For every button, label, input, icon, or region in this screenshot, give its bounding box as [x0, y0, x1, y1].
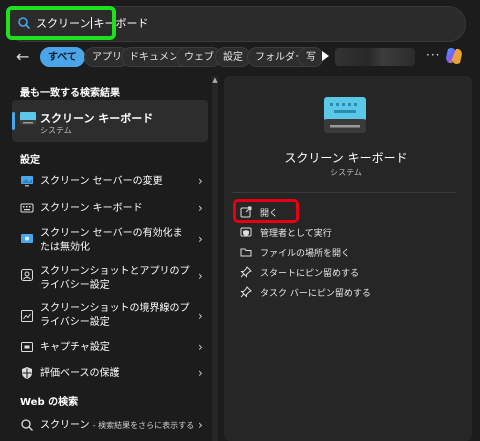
scroll-up-arrow-icon[interactable]: ▲ [212, 76, 218, 86]
chevron-right-icon: › [198, 269, 203, 283]
selection-indicator [12, 112, 15, 130]
chevron-right-icon: › [198, 201, 203, 215]
setting-item-screenshot-border-privacy[interactable]: スクリーンショットの境界線のプライバシー設定 [40, 302, 190, 330]
best-match-heading: 最も一致する検索結果 [20, 88, 120, 99]
onscreen-keyboard-large-icon [324, 97, 366, 133]
screensaver-icon [21, 176, 33, 187]
screenshot-border-icon [21, 310, 33, 322]
web-search-query: スクリーン [40, 420, 90, 431]
filter-photos[interactable]: 写 [298, 47, 324, 67]
web-search-icon [21, 419, 33, 431]
setting-item-screenshot-privacy[interactable]: スクリーンショットとアプリのプライバシー設定 [40, 265, 190, 293]
pin-icon [240, 266, 252, 278]
best-match-title: スクリーン キーボード [40, 112, 154, 125]
app-subtitle: システム [330, 168, 362, 177]
setting-item-reputation-protection[interactable]: 評価ベースの保護 [40, 367, 190, 381]
privacy-icon [21, 269, 33, 281]
setting-item-capture[interactable]: キャプチャ設定 [40, 341, 190, 355]
capture-icon [21, 342, 33, 352]
shield-icon [22, 367, 32, 379]
back-arrow-icon[interactable]: ← [16, 49, 34, 65]
filter-all[interactable]: すべて [40, 47, 85, 67]
search-highlight-box [6, 6, 116, 40]
folder-icon [240, 248, 252, 257]
results-scrollbar[interactable] [212, 76, 218, 441]
more-options-icon[interactable]: ··· [426, 48, 440, 62]
copilot-icon[interactable] [444, 46, 464, 66]
action-open-file-location[interactable]: ファイルの場所を開く [240, 246, 350, 259]
chevron-right-icon: › [198, 174, 203, 188]
action-open-file-location-label: ファイルの場所を開く [260, 249, 351, 259]
app-title: スクリーン キーボード [284, 151, 408, 165]
setting-item-onscreen-keyboard[interactable]: スクリーン キーボード [40, 202, 190, 216]
setting-item-screensaver-toggle[interactable]: スクリーン セーバーの有効化または無効化 [40, 227, 190, 255]
action-pin-to-taskbar-label: タスク バーにピン留めする [260, 289, 371, 299]
action-pin-to-start[interactable]: スタートにピン留めする [240, 266, 359, 279]
pin-taskbar-icon [240, 286, 252, 298]
divider [232, 192, 456, 193]
action-run-as-admin-label: 管理者として実行 [260, 229, 332, 239]
web-search-heading: Web の検索 [20, 397, 79, 408]
chevron-right-icon: › [198, 418, 203, 432]
action-pin-to-taskbar[interactable]: タスク バーにピン留めする [240, 286, 371, 299]
action-run-as-admin[interactable]: 管理者として実行 [240, 226, 332, 239]
filter-settings[interactable]: 設定 [215, 47, 251, 67]
setting-item-screensaver-change[interactable]: スクリーン セーバーの変更 [40, 175, 190, 189]
open-highlight-box [233, 199, 299, 223]
chevron-right-icon: › [198, 366, 203, 380]
action-pin-to-start-label: スタートにピン留めする [260, 269, 360, 279]
web-search-suffix: - 検索結果をさらに表示する [92, 421, 195, 430]
web-search-item[interactable]: スクリーン - 検索結果をさらに表示する [40, 419, 210, 433]
chevron-right-icon: › [198, 340, 203, 354]
onscreen-keyboard-icon [20, 112, 36, 125]
screensaver-toggle-icon [21, 234, 33, 243]
scroll-filters-right-icon[interactable] [322, 51, 329, 61]
settings-heading: 設定 [20, 155, 40, 166]
blurred-account-area [335, 48, 415, 66]
chevron-right-icon: › [198, 232, 203, 246]
admin-icon [240, 227, 252, 237]
chevron-right-icon: › [198, 309, 203, 323]
best-match-subtitle: システム [40, 126, 72, 135]
keyboard-icon [20, 203, 34, 213]
